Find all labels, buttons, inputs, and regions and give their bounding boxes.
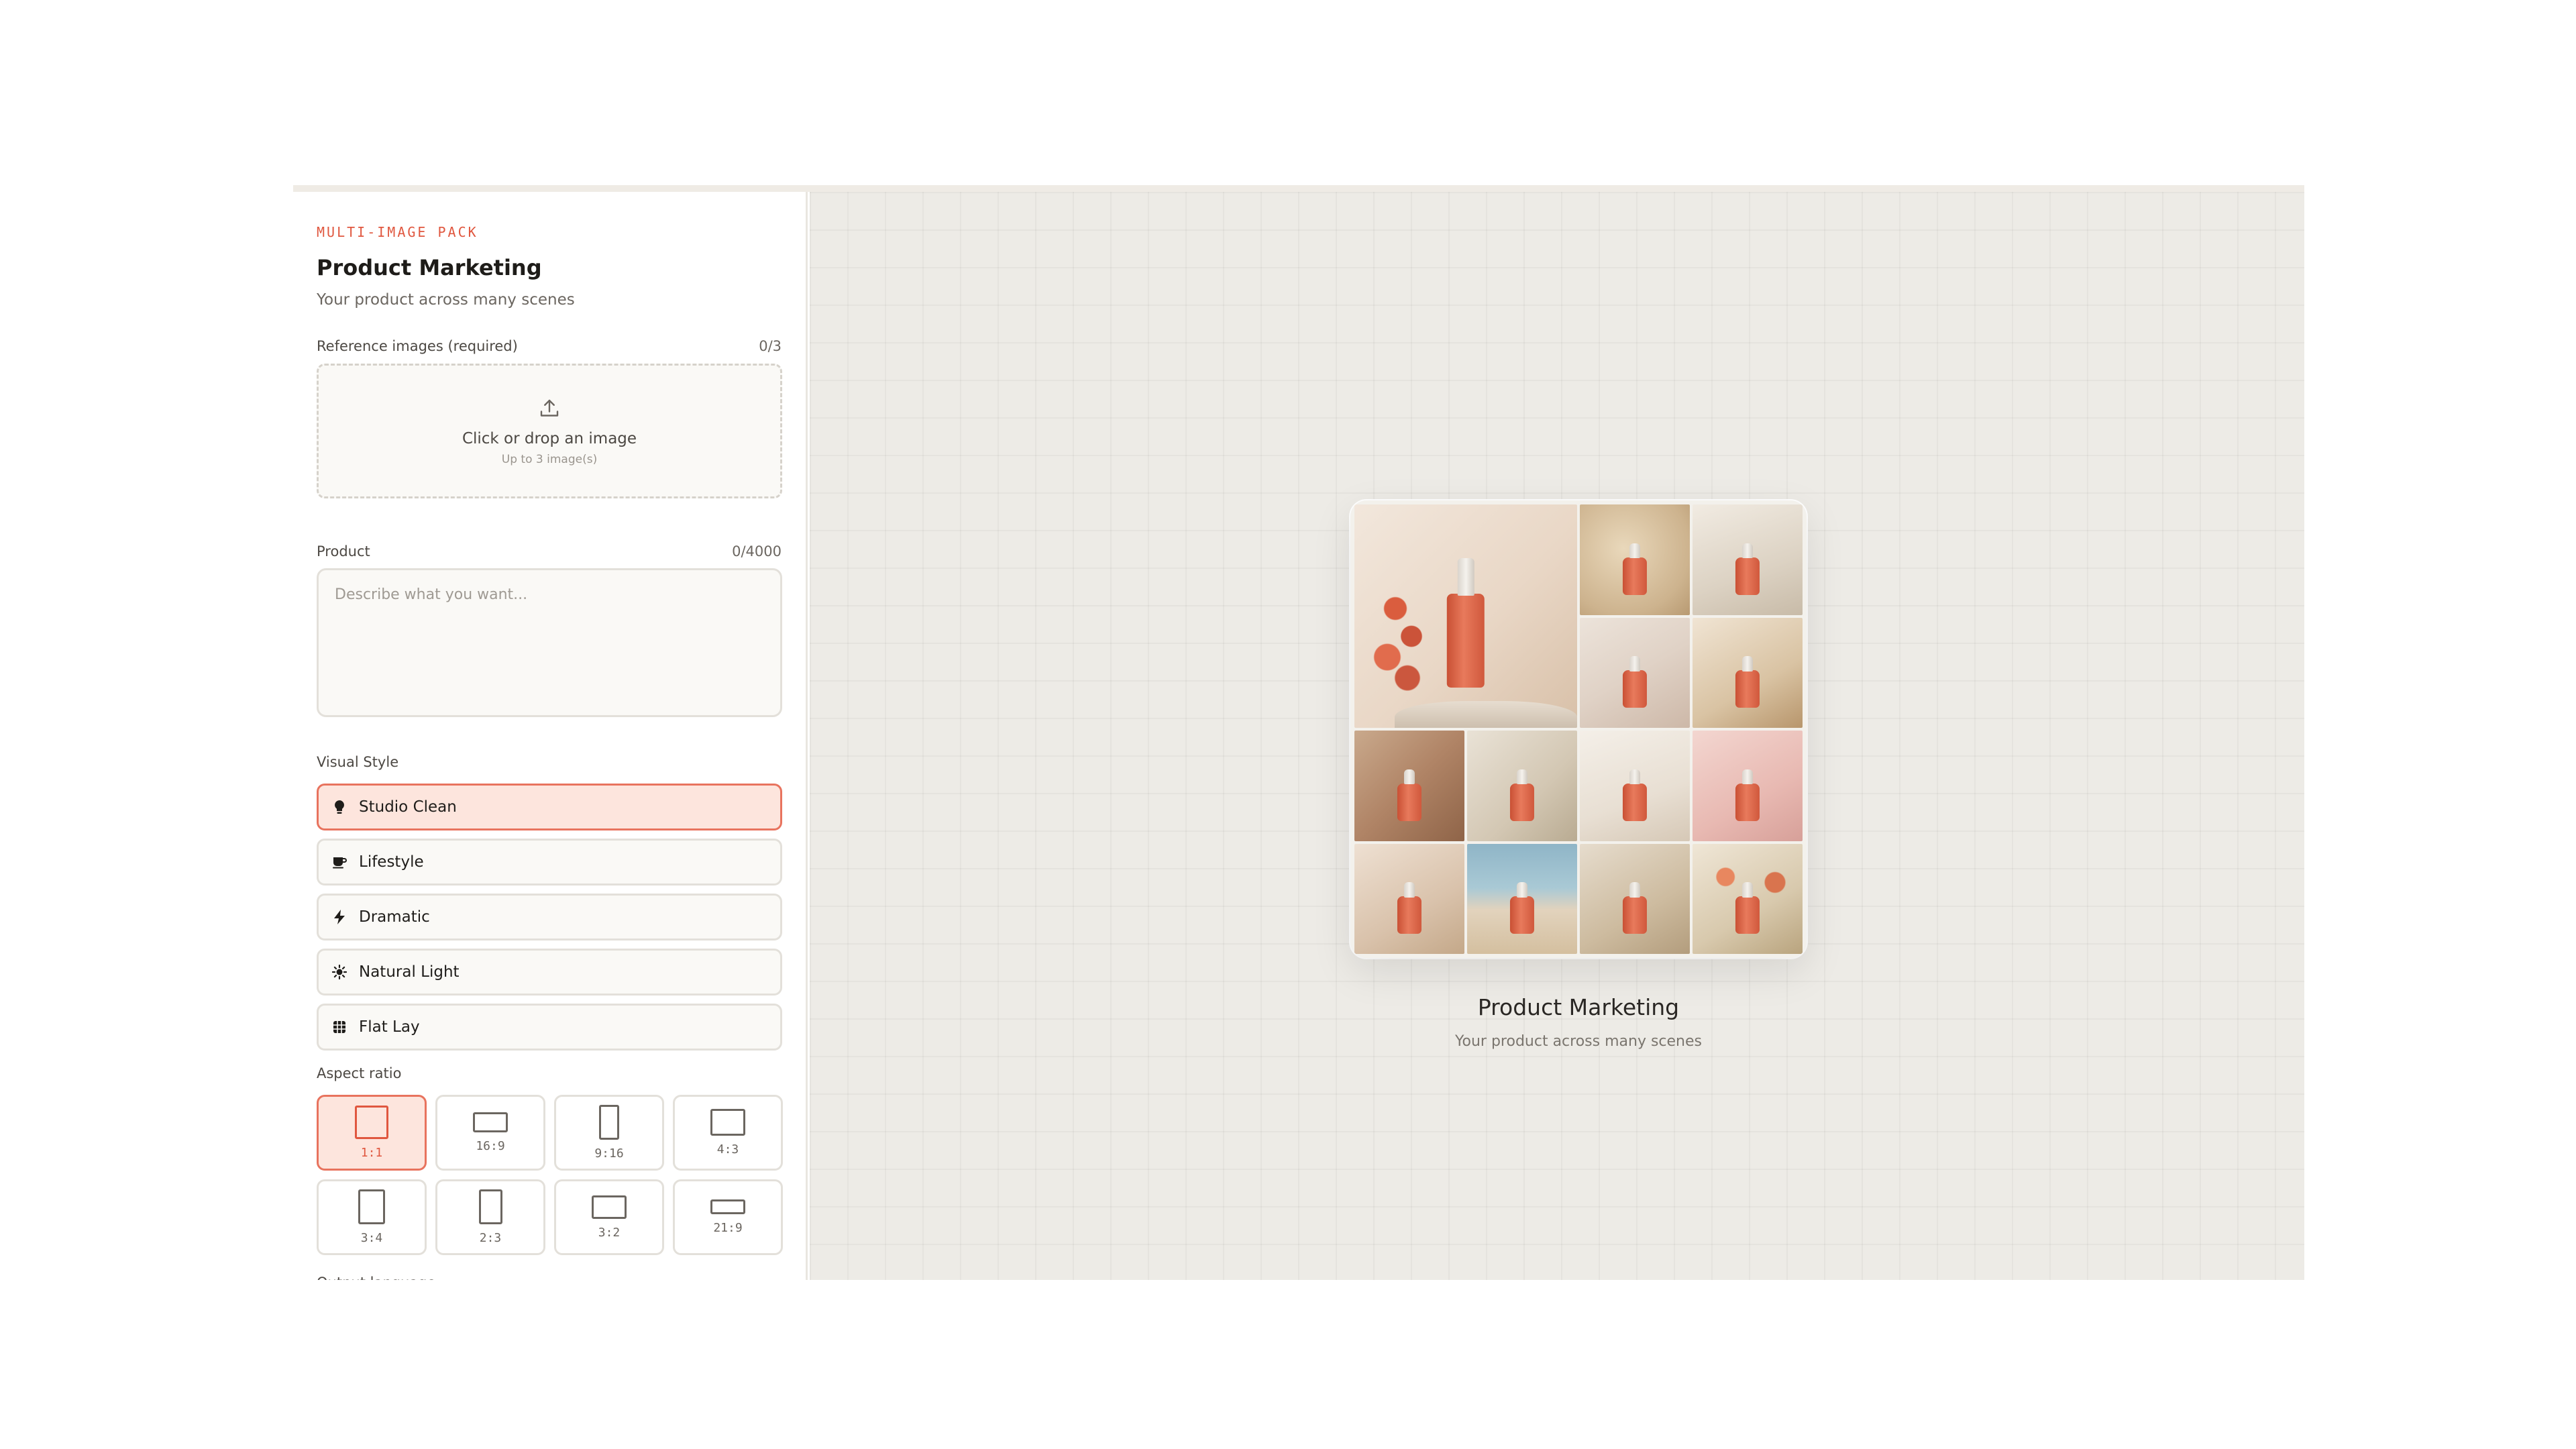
- serum-bottle: [1735, 543, 1760, 595]
- panel-subtitle: Your product across many scenes: [317, 291, 575, 309]
- ratio-portrait-icon: [358, 1189, 385, 1224]
- serum-bottle: [1509, 882, 1535, 934]
- ratio-landscape-icon: [592, 1195, 627, 1219]
- pack-type-eyebrow: MULTI-IMAGE PACK: [317, 224, 478, 240]
- style-option-label: Dramatic: [359, 908, 430, 926]
- collage-tile: [1693, 843, 1803, 954]
- collage-tile: [1467, 843, 1577, 954]
- style-option-label: Studio Clean: [359, 798, 457, 816]
- aspect-ratio-9-16[interactable]: 9:16: [554, 1095, 664, 1171]
- serum-bottle: [1622, 769, 1648, 821]
- aspect-ratio-2-3[interactable]: 2:3: [435, 1179, 545, 1255]
- style-option-label: Natural Light: [359, 963, 460, 981]
- aspect-ratio-16-9[interactable]: 16:9: [435, 1095, 545, 1171]
- serum-bottle: [1622, 656, 1648, 708]
- collage-tile: [1580, 504, 1690, 615]
- serum-bottle: [1397, 769, 1422, 821]
- serum-bottle: [1446, 558, 1485, 688]
- dropzone-text: Click or drop an image: [462, 429, 637, 447]
- style-option-lifestyle[interactable]: Lifestyle: [317, 839, 782, 885]
- grid-icon: [332, 1020, 347, 1034]
- aspect-ratio-4-3[interactable]: 4:3: [673, 1095, 783, 1171]
- panel-title: Product Marketing: [317, 255, 542, 280]
- sun-icon: [332, 965, 347, 979]
- collage-tile: [1580, 843, 1690, 954]
- ratio-label: 3:4: [360, 1231, 383, 1245]
- aspect-ratio-3-2[interactable]: 3:2: [554, 1179, 664, 1255]
- aspect-ratio-label: Aspect ratio: [317, 1065, 402, 1081]
- reference-images-label: Reference images (required): [317, 338, 518, 354]
- ratio-square-icon: [355, 1106, 388, 1139]
- collage-tile: [1467, 731, 1577, 841]
- dropzone-subtext: Up to 3 image(s): [501, 452, 598, 466]
- ratio-label: 4:3: [716, 1142, 739, 1157]
- aspect-ratio-3-4[interactable]: 3:4: [317, 1179, 427, 1255]
- lightbulb-icon: [332, 800, 347, 814]
- ratio-label: 16:9: [476, 1139, 505, 1153]
- style-option-natural-light[interactable]: Natural Light: [317, 949, 782, 996]
- serum-bottle: [1397, 882, 1422, 934]
- coffee-cup-icon: [332, 855, 347, 869]
- preview-image-collage: [1350, 500, 1807, 958]
- serum-bottle: [1735, 882, 1760, 934]
- visual-style-label: Visual Style: [317, 754, 399, 770]
- serum-bottle: [1735, 656, 1760, 708]
- style-option-dramatic[interactable]: Dramatic: [317, 894, 782, 941]
- serum-bottle: [1622, 882, 1648, 934]
- ratio-portrait-icon: [478, 1189, 502, 1224]
- style-option-label: Lifestyle: [359, 853, 424, 871]
- ratio-ultrawide-icon: [710, 1199, 745, 1214]
- serum-bottle: [1622, 543, 1648, 595]
- collage-tile: [1693, 617, 1803, 728]
- app-window: MULTI-IMAGE PACK Product Marketing Your …: [293, 185, 2304, 1280]
- ratio-landscape-icon: [710, 1109, 745, 1136]
- ratio-label: 1:1: [360, 1146, 383, 1160]
- upload-icon: [540, 399, 559, 417]
- preview-canvas: Product Marketing Your product across ma…: [810, 192, 2304, 1280]
- output-language-label: Output language: [317, 1275, 435, 1280]
- reference-images-count: 0/3: [759, 338, 782, 354]
- ratio-label: 3:2: [598, 1225, 621, 1240]
- style-option-studio-clean[interactable]: Studio Clean: [317, 784, 782, 830]
- coral-decoration: [1363, 567, 1444, 706]
- serum-bottle: [1509, 769, 1535, 821]
- collage-tile: [1354, 731, 1464, 841]
- product-label: Product: [317, 543, 370, 559]
- style-option-label: Flat Lay: [359, 1018, 420, 1036]
- collage-tile: [1693, 731, 1803, 841]
- aspect-ratio-21-9[interactable]: 21:9: [673, 1179, 783, 1255]
- serum-bottle: [1735, 769, 1760, 821]
- ratio-wide-icon: [473, 1112, 508, 1132]
- ratio-tall-icon: [599, 1105, 619, 1140]
- preview-subtitle: Your product across many scenes: [1455, 1033, 1702, 1050]
- style-option-flat-lay[interactable]: Flat Lay: [317, 1004, 782, 1051]
- lightning-icon: [332, 910, 347, 924]
- collage-tile: [1580, 731, 1690, 841]
- aspect-ratio-1-1[interactable]: 1:1: [317, 1095, 427, 1171]
- ratio-label: 2:3: [479, 1231, 502, 1245]
- ratio-label: 21:9: [713, 1221, 743, 1235]
- settings-sidebar: MULTI-IMAGE PACK Product Marketing Your …: [293, 192, 808, 1280]
- product-description-input[interactable]: [317, 568, 782, 717]
- preview-title: Product Marketing: [1477, 994, 1680, 1020]
- reference-image-dropzone[interactable]: Click or drop an image Up to 3 image(s): [317, 364, 782, 498]
- collage-tile: [1354, 843, 1464, 954]
- collage-tile: [1693, 504, 1803, 615]
- collage-tile: [1354, 504, 1577, 728]
- stone-plinth: [1394, 701, 1577, 728]
- collage-tile: [1580, 617, 1690, 728]
- ratio-label: 9:16: [594, 1146, 624, 1161]
- product-char-count: 0/4000: [732, 543, 782, 559]
